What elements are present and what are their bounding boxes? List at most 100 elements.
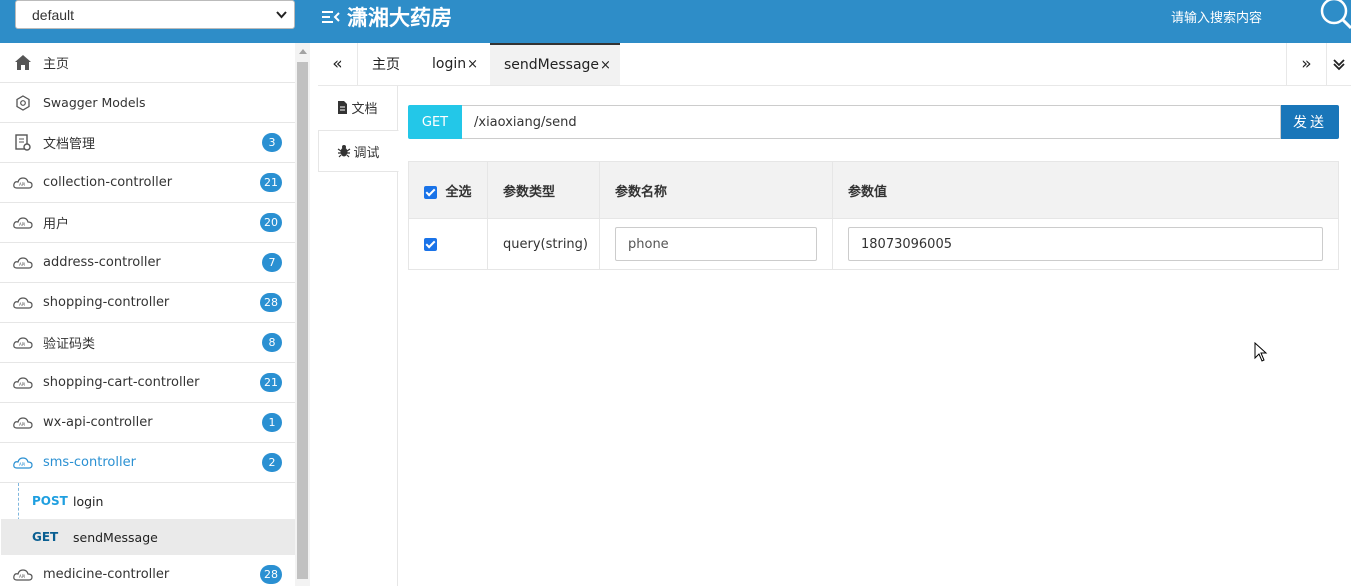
select-all-checkbox[interactable] [424,185,437,199]
url-input[interactable]: /xiaoxiang/send [462,105,1281,139]
table-row: query(string) phone 18073096005 [408,218,1339,270]
sidebar-item-user[interactable]: API 用户 20 [0,203,295,243]
params-table: 全选 参数类型 参数名称 参数值 query(string) phone 180… [408,161,1339,270]
home-icon [13,53,33,73]
endpoint-login[interactable]: POST login [19,483,295,519]
sidebar-item-label: address-controller [43,255,161,270]
tab-label: sendMessage [504,57,600,73]
api-cloud-icon: API [13,213,33,233]
svg-text:API: API [19,262,25,267]
endpoint-label: login [73,493,104,509]
group-select[interactable]: default [15,0,295,29]
tab-scroll-right-icon[interactable]: » [1286,43,1326,85]
bug-icon [338,145,351,158]
count-badge: 21 [260,173,282,192]
request-bar: GET /xiaoxiang/send 发送 [408,105,1339,139]
endpoint-sendmessage[interactable]: GET sendMessage [1,519,295,555]
tab-login[interactable]: login × [418,43,492,85]
top-header: default 潇湘大药房 请输入搜索内容 [0,0,1351,43]
sidebar-item-shopping-cart-controller[interactable]: API shopping-cart-controller 21 [0,363,295,403]
tab-menu-chevron-icon[interactable] [1326,43,1351,85]
search-input[interactable]: 请输入搜索内容 [1171,7,1262,26]
column-header-type: 参数类型 [487,161,600,219]
sidebar: 主页 Swagger Models 文档管理 3 API collection-… [0,43,295,586]
svg-text:API: API [19,382,25,387]
svg-text:API: API [19,422,25,427]
sidebar-item-home[interactable]: 主页 [0,43,295,83]
sidebar-item-address-controller[interactable]: API address-controller 7 [0,243,295,283]
sidebar-item-wx-api-controller[interactable]: API wx-api-controller 1 [0,403,295,443]
sidebar-item-doc-manage[interactable]: 文档管理 3 [0,123,295,163]
sidebar-item-collection-controller[interactable]: API collection-controller 21 [0,163,295,203]
doc-manage-icon [13,133,33,153]
sidebar-item-label: 文档管理 [43,137,96,152]
doc-debug-tabs: 文档 调试 [318,86,399,586]
sidebar-item-medicine-controller[interactable]: API medicine-controller 28 [0,555,295,586]
sidebar-item-label: wx-api-controller [43,415,153,430]
svg-text:API: API [19,222,25,227]
tab-label: 调试 [353,145,380,161]
count-badge: 20 [260,213,282,232]
close-icon[interactable]: × [600,58,611,73]
param-name-input[interactable]: phone [615,227,817,261]
chevron-down-icon [276,11,287,19]
sidebar-item-swagger-models[interactable]: Swagger Models [0,83,295,123]
sidebar-item-label: Swagger Models [43,95,146,110]
brand: 潇湘大药房 [321,2,452,32]
svg-text:API: API [19,302,25,307]
tab-home[interactable]: 主页 [358,43,414,85]
sidebar-item-sms-controller[interactable]: API sms-controller 2 [0,443,295,483]
api-cloud-icon: API [13,293,33,313]
select-all-header: 全选 [408,161,488,219]
sidebar-item-label: sms-controller [43,455,136,470]
column-header-name: 参数名称 [599,161,833,219]
select-all-label: 全选 [445,184,472,200]
tab-sendmessage[interactable]: sendMessage × [490,43,620,85]
sidebar-item-captcha[interactable]: API 验证码类 8 [0,323,295,363]
sidebar-item-label: 用户 [43,217,70,232]
document-icon [338,100,348,114]
method-label: GET [32,530,59,544]
sidebar-item-label: 验证码类 [43,337,96,352]
scroll-up-icon[interactable] [299,49,307,54]
tab-scroll-left-icon[interactable]: « [318,43,358,85]
send-button[interactable]: 发送 [1281,105,1339,139]
menu-toggle-icon[interactable] [321,7,341,27]
api-cloud-icon: API [13,253,33,273]
brand-title: 潇湘大药房 [347,6,452,30]
count-badge: 28 [260,565,282,584]
row-checkbox[interactable] [424,237,437,251]
column-header-value: 参数值 [832,161,1339,219]
group-select-value: default [32,6,75,23]
count-badge: 21 [260,373,282,392]
endpoint-label: sendMessage [73,529,158,545]
count-badge: 1 [262,413,282,432]
tab-doc[interactable]: 文档 [318,86,397,128]
scrollbar-thumb[interactable] [297,62,308,579]
count-badge: 3 [262,133,282,152]
api-cloud-icon: API [13,565,33,585]
svg-text:API: API [19,574,25,579]
svg-text:API: API [19,182,25,187]
api-cloud-icon: API [13,453,33,473]
http-method-badge: GET [408,105,462,139]
sidebar-item-label: 主页 [43,57,70,72]
svg-text:API: API [19,462,25,467]
param-type-cell: query(string) [487,218,600,270]
tab-debug[interactable]: 调试 [318,130,399,172]
api-cloud-icon: API [13,373,33,393]
mouse-cursor-icon [1254,342,1268,362]
count-badge: 2 [262,453,282,472]
count-badge: 28 [260,293,282,312]
sidebar-item-label: collection-controller [43,175,173,190]
api-cloud-icon: API [13,173,33,193]
param-value-input[interactable]: 18073096005 [848,227,1323,261]
tab-bar: « 主页 login × sendMessage × » [318,43,1351,86]
svg-text:API: API [19,342,25,347]
search-icon[interactable] [1316,0,1351,30]
close-icon[interactable]: × [467,57,478,72]
sidebar-item-shopping-controller[interactable]: API shopping-controller 28 [0,283,295,323]
sidebar-item-label: medicine-controller [43,567,170,582]
sidebar-scrollbar[interactable] [295,43,310,586]
count-badge: 8 [262,333,282,352]
